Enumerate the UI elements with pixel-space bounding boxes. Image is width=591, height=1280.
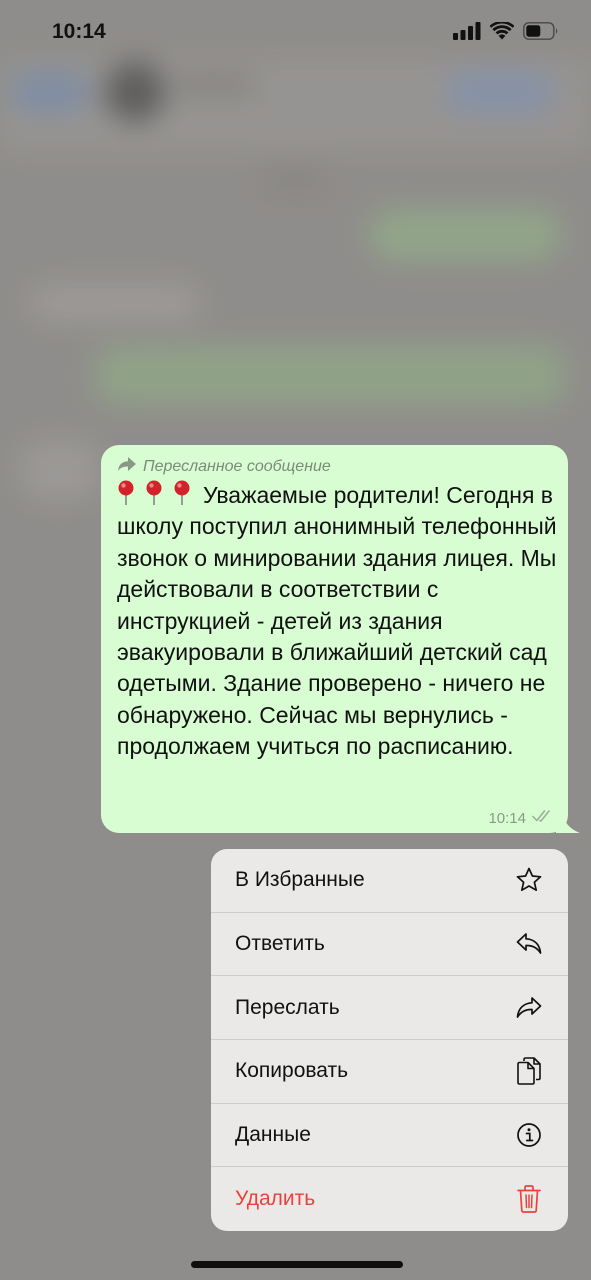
message-time: 10:14 <box>488 809 526 827</box>
pushpin-icon <box>174 480 190 505</box>
trash-icon <box>514 1184 544 1214</box>
message-text: Уважаемые родители! Сегодня в школу пост… <box>117 482 564 760</box>
pin-emojis <box>117 480 193 506</box>
info-icon <box>514 1120 544 1150</box>
forward-icon <box>514 993 544 1023</box>
forwarded-label: Пересланное сообщение <box>143 457 331 475</box>
pushpin-icon <box>146 480 162 505</box>
double-check-icon <box>532 809 554 827</box>
menu-item-label: Ответить <box>235 932 325 956</box>
battery-icon <box>523 22 559 45</box>
chat-screen: 10:14 Пересланное сообщение Уважаемые ро… <box>0 0 591 1280</box>
message-text-container: Уважаемые родители! Сегодня в школу пост… <box>117 480 557 763</box>
menu-item-reply[interactable]: Ответить <box>211 913 568 977</box>
status-bar: 10:14 <box>0 0 591 64</box>
menu-item-info[interactable]: Данные <box>211 1104 568 1168</box>
status-icons <box>453 20 559 45</box>
forwarded-header: Пересланное сообщение <box>117 456 331 477</box>
menu-item-label: В Избранные <box>235 868 365 892</box>
forward-arrow-icon <box>117 456 137 477</box>
reply-icon <box>514 929 544 959</box>
context-menu: В Избранные Ответить Переслать Копироват… <box>211 849 568 1231</box>
menu-item-label: Переслать <box>235 995 340 1019</box>
menu-item-label: Удалить <box>235 1187 316 1211</box>
message-bubble[interactable]: Пересланное сообщение Уважаемые родители… <box>101 445 580 833</box>
menu-item-favorite[interactable]: В Избранные <box>211 849 568 913</box>
wifi-icon <box>489 20 515 45</box>
home-indicator[interactable] <box>191 1261 403 1268</box>
menu-item-copy[interactable]: Копировать <box>211 1040 568 1104</box>
menu-item-label: Копировать <box>235 1059 349 1083</box>
copy-icon <box>514 1056 544 1086</box>
pushpin-icon <box>118 480 134 505</box>
bubble-tail <box>556 811 580 833</box>
menu-item-label: Данные <box>235 1123 311 1147</box>
menu-item-delete[interactable]: Удалить <box>211 1167 568 1231</box>
cellular-signal-icon <box>453 22 481 45</box>
star-icon <box>514 865 544 895</box>
message-meta: 10:14 <box>488 809 554 827</box>
status-time: 10:14 <box>52 20 106 43</box>
menu-item-forward[interactable]: Переслать <box>211 976 568 1041</box>
